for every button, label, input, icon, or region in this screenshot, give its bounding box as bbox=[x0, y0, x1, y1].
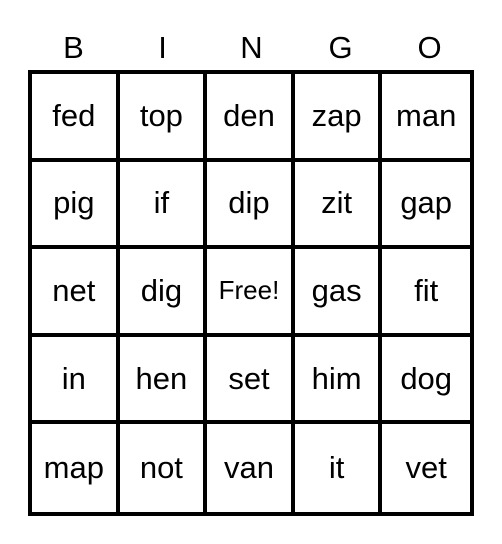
bingo-cell[interactable]: man bbox=[382, 74, 470, 162]
bingo-cell[interactable]: top bbox=[119, 74, 208, 162]
bingo-cell[interactable]: net bbox=[32, 249, 120, 337]
bingo-cell[interactable]: him bbox=[294, 336, 383, 425]
bingo-cell[interactable]: den bbox=[207, 74, 295, 162]
bingo-cell[interactable]: van bbox=[207, 424, 295, 512]
bingo-cell[interactable]: zap bbox=[294, 74, 383, 162]
bingo-cell[interactable]: map bbox=[32, 424, 120, 512]
bingo-header: B I N G O bbox=[29, 26, 474, 70]
bingo-cell[interactable]: dig bbox=[119, 249, 208, 337]
bingo-cell[interactable]: pig bbox=[32, 161, 120, 250]
header-letter-i: I bbox=[158, 30, 167, 65]
header-letter-o: O bbox=[417, 30, 442, 65]
header-letter-g: G bbox=[328, 30, 353, 65]
bingo-cell[interactable]: it bbox=[295, 424, 383, 512]
bingo-cell[interactable]: dip bbox=[207, 161, 295, 250]
bingo-grid: fed top den zap man pig if dip zit gap n… bbox=[28, 70, 474, 516]
bingo-cell[interactable]: fit bbox=[382, 249, 470, 337]
header-letter-b: B bbox=[63, 30, 84, 65]
bingo-cell[interactable]: in bbox=[32, 336, 120, 425]
bingo-cell[interactable]: vet bbox=[382, 424, 470, 512]
bingo-cell[interactable]: gas bbox=[294, 249, 383, 337]
bingo-cell[interactable]: not bbox=[120, 424, 208, 512]
bingo-cell[interactable]: hen bbox=[119, 336, 208, 425]
free-space-cell[interactable]: Free! bbox=[207, 249, 295, 337]
bingo-cell[interactable]: dog bbox=[382, 337, 470, 425]
bingo-cell[interactable]: set bbox=[207, 336, 295, 425]
bingo-cell[interactable]: zit bbox=[294, 161, 383, 250]
bingo-cell[interactable]: if bbox=[119, 161, 208, 250]
bingo-cell[interactable]: gap bbox=[382, 162, 470, 250]
bingo-cell[interactable]: fed bbox=[32, 74, 120, 162]
header-letter-n: N bbox=[240, 30, 263, 65]
